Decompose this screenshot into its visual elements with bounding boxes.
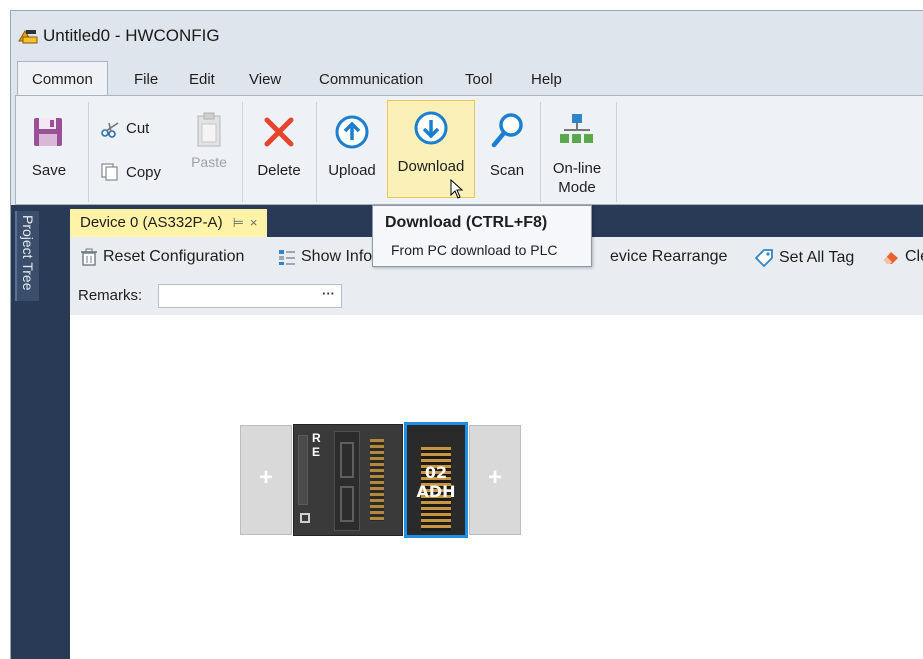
ribbon-separator — [616, 102, 617, 202]
mouse-cursor-icon — [450, 179, 464, 199]
eraser-icon — [884, 252, 898, 264]
analog-module-02adh[interactable]: 02 ADH — [404, 422, 468, 538]
delete-icon — [264, 117, 294, 147]
cpu-terminal-block — [370, 439, 384, 521]
upload-icon — [335, 115, 369, 149]
menu-tool[interactable]: Tool — [465, 69, 493, 90]
menu-bar: Common File Edit View Communication Tool… — [11, 61, 923, 96]
ribbon-separator — [316, 102, 317, 202]
project-tree-label: Project Tree — [20, 215, 36, 291]
online-mode-button[interactable]: On-line Mode — [544, 102, 610, 198]
reset-configuration-label: Reset Configuration — [103, 248, 245, 266]
menu-view[interactable]: View — [249, 69, 281, 90]
save-label: Save — [31, 162, 67, 179]
cpu-module[interactable]: R E — [293, 424, 403, 536]
download-label: Download — [397, 158, 465, 175]
scan-label: Scan — [489, 162, 525, 179]
pin-icon[interactable]: ⊨ — [233, 215, 244, 230]
tooltip-body: From PC download to PLC — [391, 242, 558, 258]
online-mode-label-line1: On-line — [552, 160, 602, 177]
reset-configuration-button[interactable]: Reset Configuration — [80, 248, 244, 266]
paste-label: Paste — [191, 154, 227, 170]
project-tree-tab[interactable]: Project Tree — [15, 211, 39, 301]
tooltip-title: Download (CTRL+F8) — [385, 214, 548, 231]
paste-icon — [197, 112, 221, 147]
set-all-tag-label: Set All Tag — [779, 249, 855, 267]
module-label-adh: ADH — [416, 482, 456, 501]
set-all-tag-button[interactable]: Set All Tag — [754, 248, 854, 268]
menu-file[interactable]: File — [134, 69, 158, 90]
ribbon-separator — [540, 102, 541, 202]
window-title: Untitled0 - HWCONFIG — [43, 26, 220, 45]
app-window: Untitled0 - HWCONFIG Common File Edit Vi… — [10, 10, 923, 659]
tag-icon — [754, 249, 773, 268]
ribbon-separator — [88, 102, 89, 202]
remarks-browse-button[interactable]: ··· — [322, 286, 335, 301]
cpu-led-r: R — [312, 431, 321, 445]
upload-button[interactable]: Upload — [321, 102, 383, 198]
clear-button[interactable]: Cle — [882, 248, 923, 266]
scan-button[interactable]: Scan — [479, 102, 535, 198]
cpu-port — [340, 486, 354, 522]
cut-label: Cut — [126, 120, 150, 137]
magnifier-icon — [491, 113, 523, 148]
download-button[interactable]: Download — [387, 100, 475, 199]
tab-device-0[interactable]: Device 0 (AS332P-A) ⊨ × — [70, 209, 268, 237]
close-tab-icon[interactable]: × — [250, 215, 258, 230]
download-tooltip: Download (CTRL+F8) From PC download to P… — [372, 205, 592, 267]
device-rearrange-label: evice Rearrange — [610, 248, 728, 265]
cpu-port — [340, 442, 354, 478]
copy-label: Copy — [126, 164, 162, 181]
remarks-field[interactable]: ··· — [158, 284, 342, 308]
ribbon-separator — [242, 102, 243, 202]
clear-label: Cle — [905, 248, 923, 266]
save-button[interactable]: Save — [18, 102, 80, 198]
trash-icon — [81, 248, 97, 266]
cpu-led-e: E — [312, 445, 321, 459]
menu-common[interactable]: Common — [17, 61, 108, 96]
copy-button[interactable]: Copy — [96, 160, 176, 184]
network-icon — [560, 114, 593, 143]
menu-communication[interactable]: Communication — [319, 69, 423, 90]
side-panel: Project Tree — [11, 205, 66, 659]
ribbon: Save Cut Copy Paste Delete Upload Downlo… — [15, 95, 923, 205]
upload-label: Upload — [328, 162, 376, 179]
menu-edit[interactable]: Edit — [189, 69, 215, 90]
add-slot-right[interactable]: + — [469, 425, 521, 535]
online-mode-label: On-line Mode — [544, 159, 610, 197]
delete-button[interactable]: Delete — [248, 102, 310, 198]
show-info-label: Show Info — [301, 248, 373, 266]
title-bar: Untitled0 - HWCONFIG — [11, 11, 923, 61]
delete-label: Delete — [257, 162, 301, 179]
tab-device-0-label: Device 0 (AS332P-A) — [80, 214, 223, 231]
menu-help[interactable]: Help — [531, 69, 562, 90]
online-mode-label-line2: Mode — [558, 179, 596, 196]
add-slot-left[interactable]: + — [240, 425, 292, 535]
cpu-side-panel — [298, 435, 308, 505]
remarks-label: Remarks: — [78, 287, 143, 304]
copy-icon — [101, 163, 118, 181]
list-icon — [279, 250, 295, 265]
paste-button[interactable]: Paste — [182, 102, 236, 198]
app-icon — [18, 30, 38, 44]
scissors-icon — [101, 122, 119, 138]
cpu-usb-port — [300, 513, 310, 523]
save-icon — [34, 118, 62, 146]
cpu-led-labels: R E — [312, 431, 321, 459]
show-info-button[interactable]: Show Info — [278, 248, 372, 266]
cut-button[interactable]: Cut — [96, 118, 168, 142]
download-icon — [414, 111, 448, 145]
device-rearrange-button[interactable]: evice Rearrange — [610, 248, 727, 266]
cpu-connector-bay — [334, 431, 360, 531]
module-label-02: 02 — [424, 463, 448, 482]
